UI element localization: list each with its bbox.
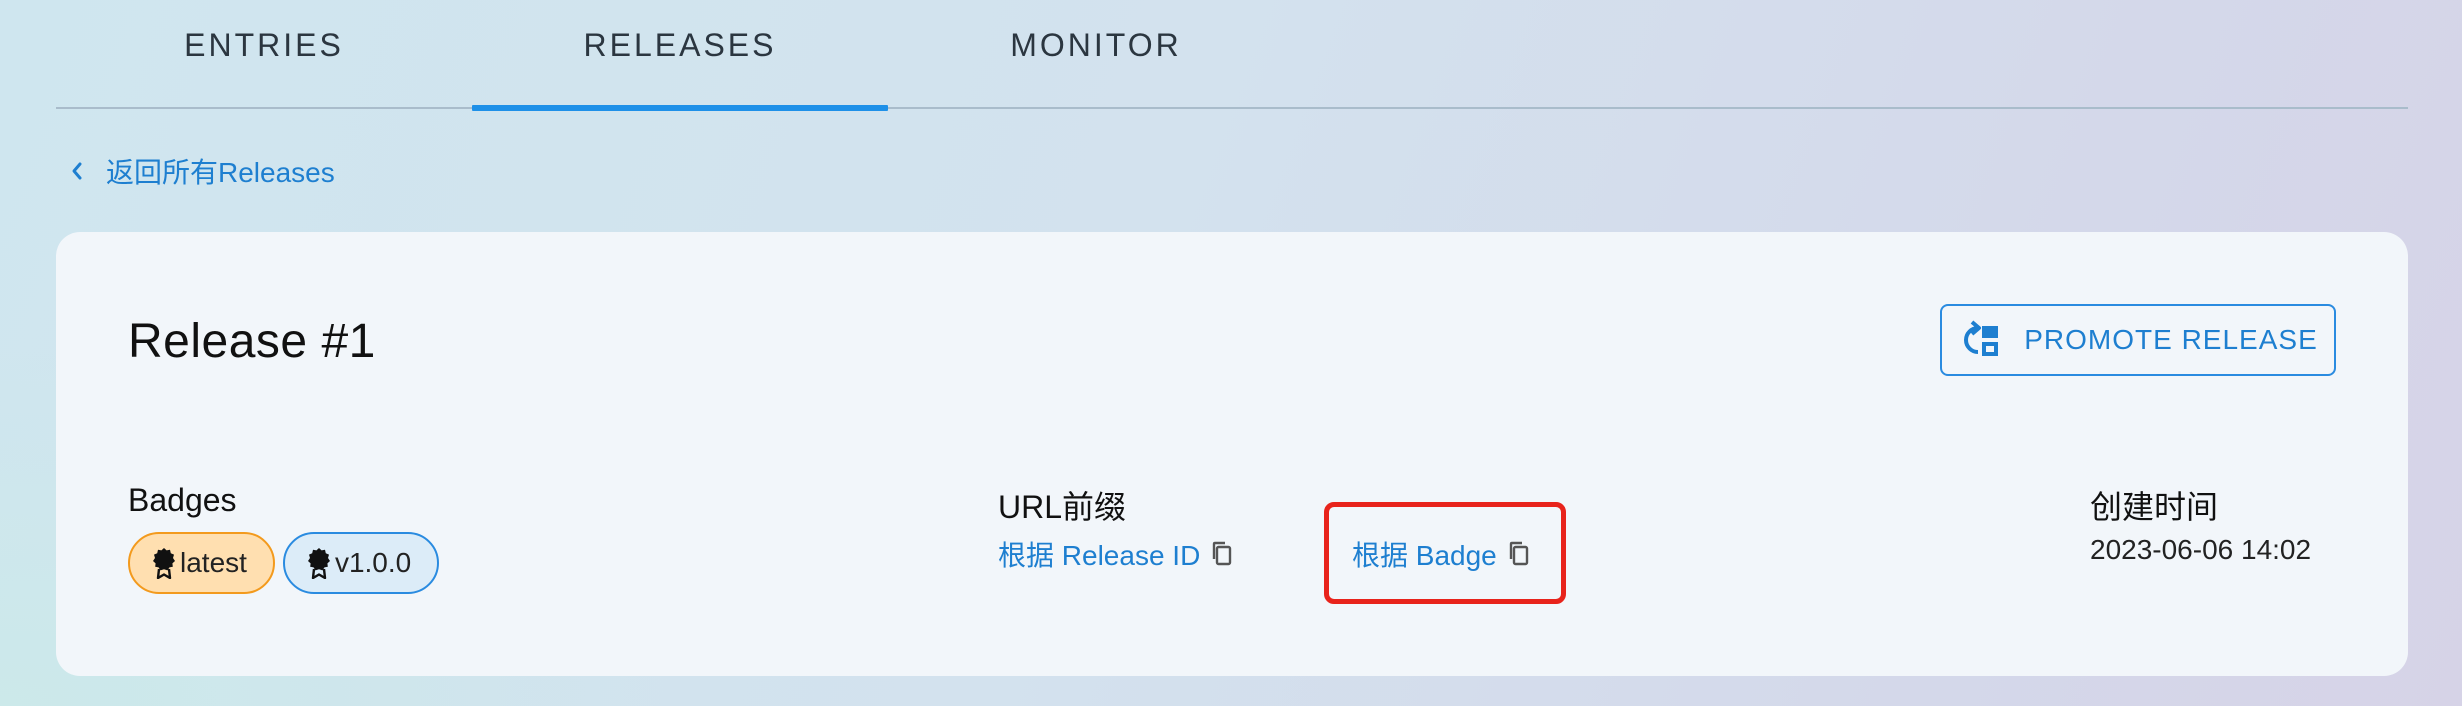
back-to-releases-link[interactable]: 返回所有Releases — [70, 150, 335, 192]
copy-icon — [1507, 540, 1531, 568]
tab-releases-label: RELEASES — [583, 27, 777, 63]
release-card: Release #1 PROMOTE RELEASE Badges latest — [56, 232, 2408, 676]
badge-icon — [307, 547, 331, 579]
url-prefix-label: URL前缀 — [998, 489, 1127, 525]
badge-latest[interactable]: latest — [128, 532, 275, 594]
tab-entries[interactable]: ENTRIES — [56, 0, 472, 109]
copy-link-label: 根据 Release ID — [998, 540, 1201, 571]
badge-version[interactable]: v1.0.0 — [282, 532, 440, 594]
tab-releases[interactable]: RELEASES — [472, 0, 888, 111]
promote-button-label: PROMOTE RELEASE — [2024, 324, 2318, 355]
tab-monitor[interactable]: MONITOR — [888, 0, 1304, 109]
tab-bar: ENTRIES RELEASES MONITOR — [56, 0, 2408, 111]
badge-icon — [152, 547, 176, 579]
copy-url-by-release-id[interactable]: 根据 Release ID — [998, 534, 1234, 574]
chevron-left-icon — [70, 161, 84, 181]
promote-release-button[interactable]: PROMOTE RELEASE — [1940, 304, 2336, 376]
tab-entries-label: ENTRIES — [184, 27, 344, 63]
back-link-label: 返回所有Releases — [106, 157, 335, 188]
promote-icon — [1958, 320, 2002, 360]
copy-link-label: 根据 Badge — [1352, 540, 1497, 571]
copy-icon — [1210, 540, 1234, 568]
created-time-value: 2023-06-06 14:02 — [2090, 534, 2312, 565]
badge-list: latest v1.0.0 — [128, 532, 440, 594]
release-title: Release #1 — [128, 315, 376, 368]
badge-label: v1.0.0 — [334, 547, 412, 578]
tab-monitor-label: MONITOR — [1010, 27, 1182, 63]
badge-label: latest — [180, 547, 247, 578]
created-time-label: 创建时间 — [2090, 489, 2219, 525]
badges-label: Badges — [128, 482, 237, 518]
copy-url-by-badge[interactable]: 根据 Badge — [1352, 534, 1531, 574]
